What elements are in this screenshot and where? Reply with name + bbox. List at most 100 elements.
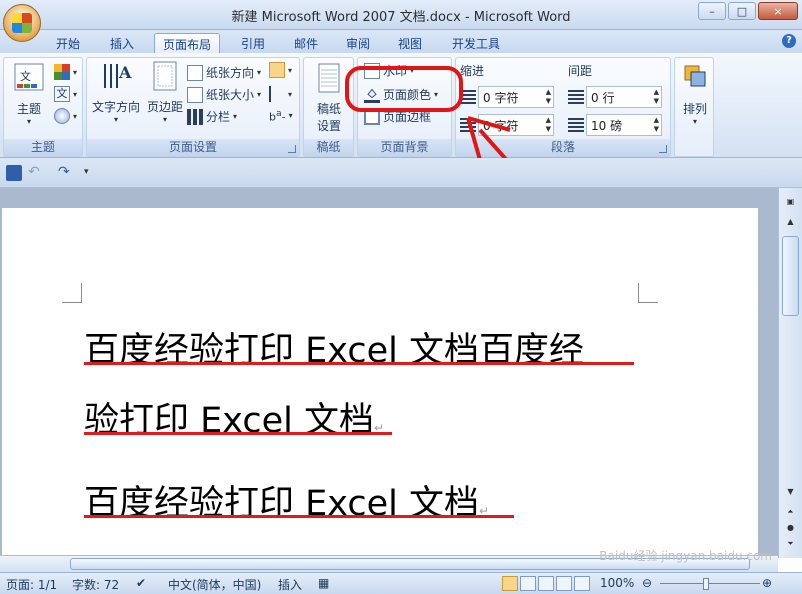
language-indicator[interactable]: 中文(简体，中国) [168,576,261,593]
outline-view-button[interactable] [556,576,572,591]
tab-references[interactable]: 引用 [233,33,273,53]
web-layout-view-button[interactable] [538,576,554,591]
save-icon[interactable] [6,165,22,181]
tab-view[interactable]: 视图 [390,33,430,53]
text-direction-icon: A [104,63,132,88]
print-layout-view-button[interactable] [502,576,518,591]
columns-button[interactable]: 分栏 ▾ [187,108,237,125]
tab-review[interactable]: 审阅 [338,33,378,53]
previous-page-icon[interactable]: ⏶ [782,504,799,520]
next-page-icon[interactable]: ⏷ [782,536,799,552]
line-text: 百度经验打印 Excel 文档百度经 [84,331,584,371]
themes-icon: 文 [14,63,44,91]
document-text-line: 百度经验打印 Excel 文档↵ [84,475,489,526]
title-bar: 新建 Microsoft Word 2007 文档.docx - Microso… [0,0,802,42]
underline [84,515,514,518]
indent-heading: 缩进 [460,64,485,78]
scroll-thumb[interactable] [782,236,799,316]
draft-settings-button[interactable]: 稿纸 设置 [308,62,350,134]
ruler-toggle-icon[interactable]: ▣ [782,194,799,210]
select-browse-object-icon[interactable]: ● [782,520,799,536]
insert-mode[interactable]: 插入 [278,576,302,593]
redo-icon[interactable]: ↷ [58,164,70,180]
font-icon: 文 [54,86,70,102]
office-logo-icon [12,13,32,33]
zoom-slider-thumb[interactable] [703,578,709,590]
tab-page-layout[interactable]: 页面布局 [154,33,221,53]
columns-icon [187,108,203,125]
text-direction-label: 文字方向 [91,100,140,114]
proofing-icon[interactable]: ✔ [136,576,146,590]
close-button[interactable]: × [758,2,798,20]
orientation-label: 纸张方向 [206,66,255,80]
help-icon[interactable]: ? [782,34,796,48]
themes-button[interactable]: 文 主题 ▾ [8,62,50,126]
document-page[interactable]: 百度经验打印 Excel 文档百度经 验打印 Excel 文档↵ 百度经验打印 … [2,208,758,558]
window-title: 新建 Microsoft Word 2007 文档.docx - Microso… [231,10,571,25]
zoom-level[interactable]: 100% [600,576,634,590]
line-numbers-button[interactable]: ▾ [269,86,292,102]
margin-corner [62,283,82,303]
zoom-out-icon[interactable]: ⊖ [642,576,652,590]
svg-text:文: 文 [20,69,31,83]
text-direction-button[interactable]: A 文字方向 ▾ [91,60,141,124]
theme-effects-button[interactable]: ▾ [54,108,77,124]
page-indicator[interactable]: 页面: 1/1 [6,576,57,593]
arrange-label: 排列 [682,102,707,116]
vertical-scrollbar[interactable]: ▣ ▲ ▼ ⏶ ● ⏷ [778,188,802,558]
line-numbers-icon [269,86,285,102]
document-text-line: 验打印 Excel 文档↵ [84,392,384,443]
arrange-icon [684,65,706,87]
group-page-setup: A 文字方向 ▾ 页边距 ▾ 纸张方向 ▾ 纸张大小 ▾ 分栏 ▾ ▾ ▾ ba… [86,57,300,157]
zoom-in-icon[interactable]: ⊕ [762,576,772,590]
undo-icon[interactable]: ↶ [28,164,40,180]
tab-developer[interactable]: 开发工具 [444,33,508,53]
breaks-icon [269,62,285,78]
zoom-slider[interactable] [660,583,760,584]
minimize-button[interactable]: – [698,2,726,20]
hyphenation-button[interactable]: ba- ▾ [269,108,293,124]
group-label-themes: 主题 [4,139,82,156]
underline [84,432,392,435]
margins-label: 页边距 [146,100,183,114]
word-count[interactable]: 字数: 72 [72,576,119,593]
group-label-background: 页面背景 [358,139,451,156]
paragraph-launcher-icon[interactable] [659,145,667,153]
tab-insert[interactable]: 插入 [102,33,142,53]
full-screen-reading-view-button[interactable] [520,576,536,591]
margin-corner [638,283,658,303]
hyphenation-icon: ba- [269,108,286,124]
group-draft-paper: 稿纸 设置 稿纸 [303,57,354,157]
customize-qat-icon[interactable]: ▾ [84,167,89,177]
macro-record-icon[interactable]: ▦ [318,576,329,590]
tab-home[interactable]: 开始 [48,33,88,53]
theme-colors-button[interactable]: ▾ [54,64,77,80]
breaks-button[interactable]: ▾ [269,62,292,78]
chevron-down-icon: ▾ [162,115,167,124]
scroll-down-icon[interactable]: ▼ [782,484,799,500]
tab-mailings[interactable]: 邮件 [286,33,326,53]
maximize-button[interactable]: □ [728,2,756,20]
scroll-up-icon[interactable]: ▲ [782,214,799,230]
columns-label: 分栏 [206,110,231,124]
window-controls: – □ × [698,2,798,20]
office-button[interactable] [3,4,41,42]
group-themes: 文 主题 ▾ ▾ 文 ▾ ▾ 主题 [3,57,83,157]
page-setup-launcher-icon[interactable] [288,145,296,153]
group-arrange: 排列 ▾ [674,57,714,157]
margins-icon [153,61,177,91]
line-text: 百度经验打印 Excel 文档 [84,484,479,524]
chevron-down-icon: ▾ [113,115,118,124]
orientation-button[interactable]: 纸张方向 ▾ [187,64,261,81]
status-bar: 页面: 1/1 字数: 72 ✔ 中文(简体，中国) 插入 ▦ 100% ⊖ ⊕ [0,572,802,594]
draft-view-button[interactable] [574,576,590,591]
quick-access-toolbar: ↶ ↷ ▾ [0,158,802,188]
theme-fonts-button[interactable]: 文 ▾ [54,86,77,102]
margins-button[interactable]: 页边距 ▾ [145,60,185,124]
arrange-button[interactable]: 排列 ▾ [677,62,713,126]
size-button[interactable]: 纸张大小 ▾ [187,86,261,103]
size-label: 纸张大小 [206,88,255,102]
document-area: 百度经验打印 Excel 文档百度经 验打印 Excel 文档↵ 百度经验打印 … [0,188,778,558]
svg-text:A: A [118,63,132,82]
group-label-page-setup: 页面设置 [87,139,299,156]
